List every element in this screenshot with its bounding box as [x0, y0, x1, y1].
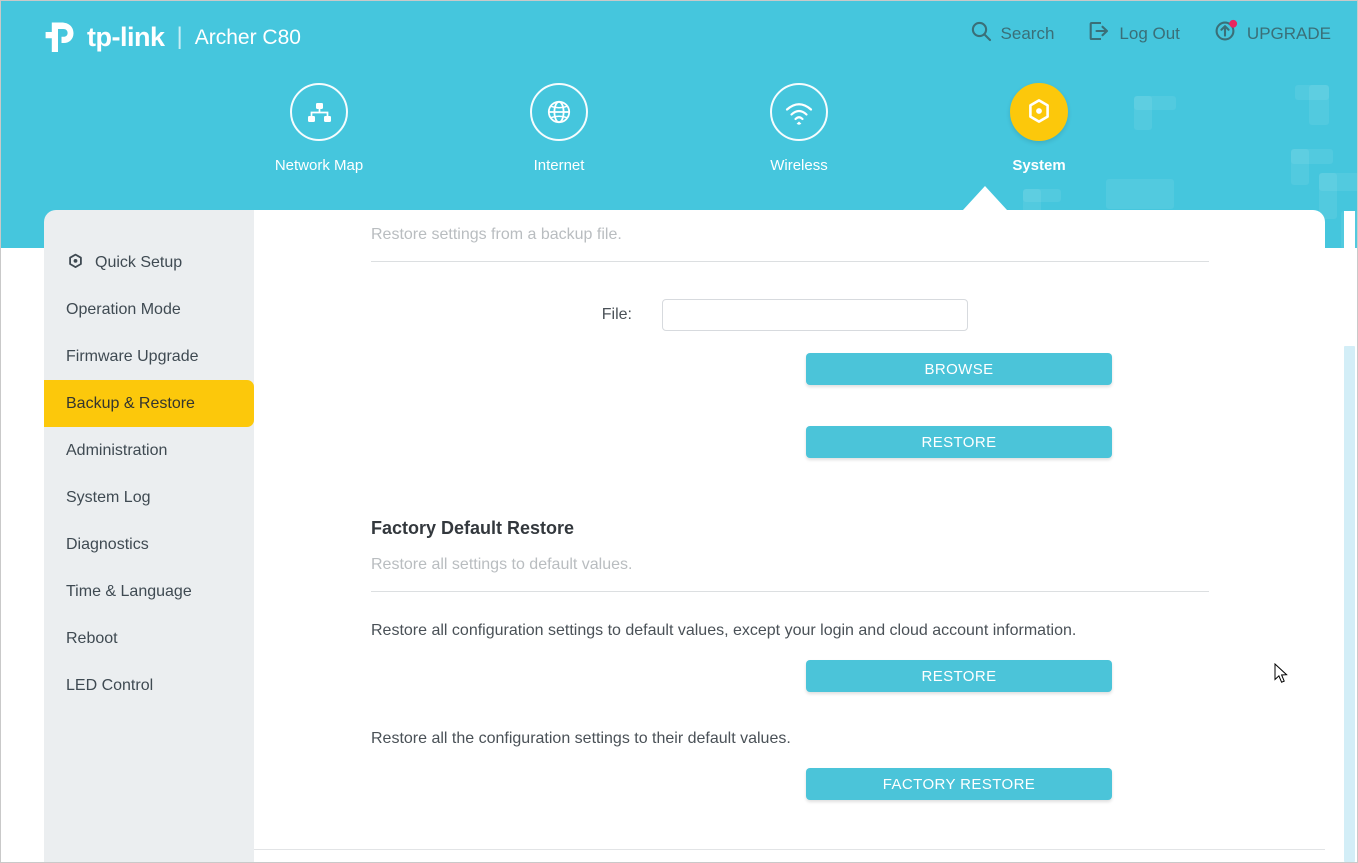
gear-icon: [1010, 83, 1068, 141]
factory-restore-subtitle: Restore all settings to default values.: [371, 556, 633, 573]
file-label: File:: [601, 306, 632, 323]
sidebar-item-led-control[interactable]: LED Control: [44, 662, 254, 709]
brand-separator: |: [176, 23, 183, 50]
logout-button[interactable]: Log Out: [1088, 20, 1180, 47]
nav-label-network-map: Network Map: [274, 157, 364, 174]
sidebar-item-administration[interactable]: Administration: [44, 427, 254, 474]
sidebar-label: Backup & Restore: [66, 394, 195, 412]
decorative-block: [1023, 189, 1061, 202]
gear-icon: [66, 253, 85, 272]
nav-label-internet: Internet: [533, 157, 585, 174]
sidebar-label: Diagnostics: [66, 535, 149, 553]
upgrade-icon: [1214, 19, 1238, 48]
header-actions: Search Log Out UPGRADE: [970, 19, 1331, 48]
section-divider: [371, 591, 1209, 592]
nav-item-wireless[interactable]: Wireless: [747, 83, 851, 174]
nav-item-system[interactable]: System: [987, 83, 1091, 174]
search-icon: [970, 20, 992, 47]
scrollbar-thumb[interactable]: [1344, 346, 1355, 862]
active-tab-pointer: [963, 186, 1007, 210]
factory-restore-title: Factory Default Restore: [371, 518, 575, 538]
restore-from-backup-section: Restore settings from a backup file. Fil…: [371, 210, 1325, 458]
network-map-icon: [290, 83, 348, 141]
sidebar-item-firmware-upgrade[interactable]: Firmware Upgrade: [44, 333, 254, 380]
restore-backup-button[interactable]: RESTORE: [806, 426, 1112, 458]
logout-icon: [1088, 20, 1110, 47]
upgrade-button[interactable]: UPGRADE: [1214, 19, 1331, 48]
sidebar-item-quick-setup[interactable]: Quick Setup: [44, 239, 254, 286]
content-panel: Restore settings from a backup file. Fil…: [254, 210, 1325, 862]
sidebar-label: Time & Language: [66, 582, 192, 600]
section-divider: [371, 261, 1209, 262]
restore-backup-subtitle: Restore settings from a backup file.: [371, 226, 622, 243]
factory-restore-description-1: Restore all configuration settings to de…: [371, 622, 1077, 639]
browse-button[interactable]: BROWSE: [806, 353, 1112, 385]
sidebar-label: Reboot: [66, 629, 118, 647]
file-field-row: File:: [371, 299, 1325, 331]
sidebar-item-time-language[interactable]: Time & Language: [44, 568, 254, 615]
sidebar-label: Administration: [66, 441, 168, 459]
factory-restore-description-2: Restore all the configuration settings t…: [371, 730, 791, 747]
sidebar-item-reboot[interactable]: Reboot: [44, 615, 254, 662]
nav-item-network-map[interactable]: Network Map: [267, 83, 371, 174]
sidebar-item-operation-mode[interactable]: Operation Mode: [44, 286, 254, 333]
file-input[interactable]: [662, 299, 968, 331]
upgrade-label: UPGRADE: [1246, 23, 1331, 43]
sidebar-label: LED Control: [66, 676, 154, 694]
sidebar-label: System Log: [66, 488, 151, 506]
nav-item-internet[interactable]: Internet: [507, 83, 611, 174]
sidebar-label: Operation Mode: [66, 300, 181, 318]
sidebar-label: Quick Setup: [95, 253, 183, 271]
brand-logo[interactable]: tp-link | Archer C80: [41, 15, 301, 59]
logout-label: Log Out: [1119, 23, 1180, 43]
content-scroll-area: Restore settings from a backup file. Fil…: [254, 210, 1325, 860]
nav-label-system: System: [1012, 157, 1066, 174]
router-admin-page: tp-link | Archer C80 Search Log Out UPGR…: [0, 0, 1358, 863]
factory-restore-button[interactable]: FACTORY RESTORE: [806, 768, 1112, 800]
factory-default-restore-section: Factory Default Restore Restore all sett…: [371, 518, 1325, 800]
sidebar-label: Firmware Upgrade: [66, 347, 199, 365]
restore-defaults-button[interactable]: RESTORE: [806, 660, 1112, 692]
globe-icon: [530, 83, 588, 141]
sidebar-item-backup-restore[interactable]: Backup & Restore: [44, 380, 254, 427]
wifi-icon: [770, 83, 828, 141]
page-bottom-divider: [254, 849, 1325, 850]
brand-name: tp-link: [87, 21, 165, 52]
device-model: Archer C80: [194, 25, 301, 49]
sidebar-item-system-log[interactable]: System Log: [44, 474, 254, 521]
search-label: Search: [1000, 23, 1055, 43]
sidebar-item-diagnostics[interactable]: Diagnostics: [44, 521, 254, 568]
decorative-block: [1106, 179, 1174, 209]
tp-link-logo-icon: [41, 18, 79, 56]
search-button[interactable]: Search: [970, 20, 1055, 47]
sidebar-menu: Quick Setup Operation Mode Firmware Upgr…: [44, 210, 254, 862]
main-navigation: Network Map Internet Wireless System: [1, 83, 1357, 174]
nav-label-wireless: Wireless: [770, 157, 828, 174]
